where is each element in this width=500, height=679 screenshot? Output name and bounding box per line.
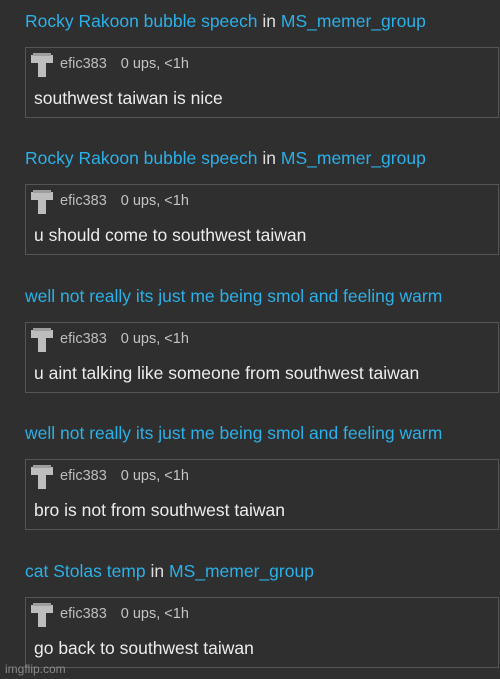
comment-entry: cat Stolas temp in MS_memer_group efic38… bbox=[0, 550, 500, 679]
comment-box: efic383 0 ups, <1h bro is not from southw… bbox=[25, 459, 499, 530]
meme-title-link[interactable]: Rocky Rakoon bubble speech bbox=[25, 11, 258, 31]
default-user-avatar-icon[interactable] bbox=[31, 328, 53, 352]
default-user-avatar-icon[interactable] bbox=[31, 53, 53, 77]
comment-meta: efic383 0 ups, <1h bbox=[60, 467, 189, 485]
comment-stats: 0 ups, <1h bbox=[120, 468, 189, 484]
comment-meta: efic383 0 ups, <1h bbox=[60, 605, 189, 623]
comment-box: efic383 0 ups, <1h go back to southwest t… bbox=[25, 597, 499, 668]
comment-text: u should come to southwest taiwan bbox=[34, 225, 307, 245]
comment-box: efic383 0 ups, <1h southwest taiwan is ni… bbox=[25, 47, 499, 118]
default-user-avatar-icon[interactable] bbox=[31, 190, 53, 214]
default-user-avatar-icon[interactable] bbox=[31, 465, 53, 489]
username-link[interactable]: efic383 bbox=[60, 606, 107, 622]
comment-stats: 0 ups, <1h bbox=[120, 193, 189, 209]
comment-text: southwest taiwan is nice bbox=[34, 88, 223, 108]
entry-header: well not really its just me being smol a… bbox=[25, 421, 500, 445]
entry-header: well not really its just me being smol a… bbox=[25, 284, 500, 308]
imgflip-watermark: imgflip.com bbox=[5, 662, 66, 676]
in-label: in bbox=[262, 148, 277, 168]
meme-title-link[interactable]: well not really its just me being smol a… bbox=[25, 286, 442, 306]
entry-header: cat Stolas temp in MS_memer_group bbox=[25, 559, 500, 583]
comment-stats: 0 ups, <1h bbox=[120, 331, 189, 347]
stream-link[interactable]: MS_memer_group bbox=[169, 561, 314, 581]
comment-text: go back to southwest taiwan bbox=[34, 638, 254, 658]
in-label: in bbox=[150, 561, 165, 581]
username-link[interactable]: efic383 bbox=[60, 56, 107, 72]
comment-meta: efic383 0 ups, <1h bbox=[60, 55, 189, 73]
meme-title-link[interactable]: well not really its just me being smol a… bbox=[25, 423, 442, 443]
entry-header: Rocky Rakoon bubble speech in MS_memer_g… bbox=[25, 146, 500, 170]
comment-box: efic383 0 ups, <1h u should come to south… bbox=[25, 184, 499, 255]
comment-entry: Rocky Rakoon bubble speech in MS_memer_g… bbox=[0, 0, 500, 133]
comment-entry: Rocky Rakoon bubble speech in MS_memer_g… bbox=[0, 137, 500, 270]
default-user-avatar-icon[interactable] bbox=[31, 603, 53, 627]
comment-meta: efic383 0 ups, <1h bbox=[60, 192, 189, 210]
comment-stats: 0 ups, <1h bbox=[120, 56, 189, 72]
meme-title-link[interactable]: cat Stolas temp bbox=[25, 561, 146, 581]
username-link[interactable]: efic383 bbox=[60, 468, 107, 484]
in-label: in bbox=[262, 11, 277, 31]
comment-entry: well not really its just me being smol a… bbox=[0, 275, 500, 408]
comment-box: efic383 0 ups, <1h u aint talking like so… bbox=[25, 322, 499, 393]
comment-text: bro is not from southwest taiwan bbox=[34, 500, 285, 520]
comment-meta: efic383 0 ups, <1h bbox=[60, 330, 189, 348]
username-link[interactable]: efic383 bbox=[60, 331, 107, 347]
username-link[interactable]: efic383 bbox=[60, 193, 107, 209]
entry-header: Rocky Rakoon bubble speech in MS_memer_g… bbox=[25, 9, 500, 33]
comment-text: u aint talking like someone from southwe… bbox=[34, 363, 420, 383]
stream-link[interactable]: MS_memer_group bbox=[281, 11, 426, 31]
comment-entry: well not really its just me being smol a… bbox=[0, 412, 500, 545]
comment-stats: 0 ups, <1h bbox=[120, 606, 189, 622]
meme-title-link[interactable]: Rocky Rakoon bubble speech bbox=[25, 148, 258, 168]
stream-link[interactable]: MS_memer_group bbox=[281, 148, 426, 168]
